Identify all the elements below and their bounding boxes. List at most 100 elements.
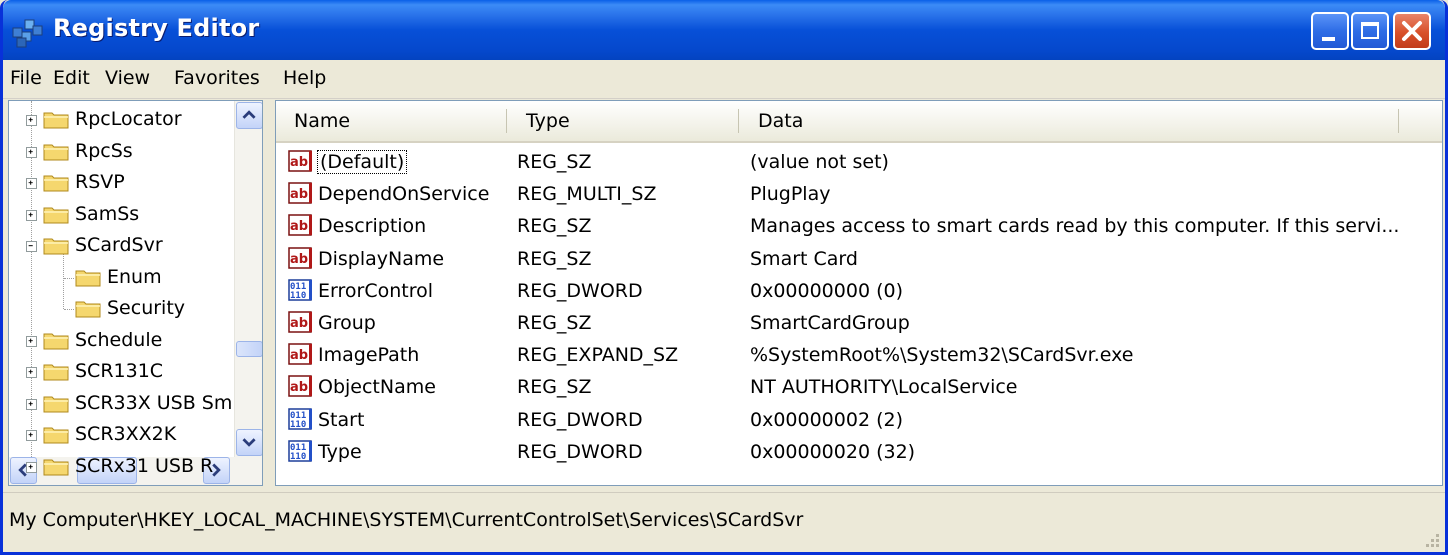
collapse-icon[interactable] [26, 241, 37, 252]
chevron-down-icon [242, 438, 256, 447]
binary-value-icon: 011110 [288, 407, 312, 430]
minimize-icon [1322, 37, 1335, 41]
list-item[interactable]: 011 110 ErrorControl REG_DWORD 0x00000000 (0… [276, 276, 1442, 308]
column-divider[interactable] [738, 109, 739, 133]
scroll-down-button[interactable] [236, 429, 262, 456]
expand-icon[interactable] [26, 461, 37, 473]
open-folder-icon [43, 238, 69, 255]
close-icon [1402, 21, 1422, 41]
registry-editor-icon [12, 19, 43, 48]
menu-favorites[interactable]: Favorites [174, 67, 260, 89]
tree-item[interactable]: RpcSs [9, 137, 233, 167]
expand-icon[interactable] [26, 367, 37, 378]
tree-item-label: Enum [107, 265, 162, 288]
folder-icon [75, 301, 101, 318]
expand-icon[interactable] [26, 178, 37, 189]
tree-item[interactable]: RpcLocator [9, 105, 233, 135]
resize-grip-icon[interactable] [1421, 529, 1441, 549]
tree-connector-line [64, 309, 74, 310]
list-item[interactable]: ab (Default) REG_SZ (value not set) [276, 147, 1442, 179]
column-header-type[interactable]: Type [526, 110, 570, 132]
maximize-button[interactable] [1351, 12, 1389, 50]
close-button[interactable] [1393, 12, 1431, 50]
tree-item-label: RpcLocator [75, 108, 182, 130]
menu-help[interactable]: Help [283, 67, 326, 89]
menu-edit[interactable]: Edit [53, 67, 90, 89]
column-divider[interactable] [1398, 109, 1399, 133]
tree-item[interactable]: SCRx31 USB R [9, 452, 233, 482]
binary-value-icon: 011110 [288, 279, 312, 301]
title-bar[interactable]: Registry Editor [3, 0, 1445, 60]
tree-connector-line [64, 277, 74, 279]
folder-icon [43, 175, 69, 192]
pane-splitter[interactable] [263, 100, 273, 486]
tree-item[interactable]: Schedule [9, 326, 233, 356]
tree-item[interactable]: Enum [9, 263, 233, 293]
tree-item[interactable]: SCardSvr [9, 231, 233, 261]
scroll-up-button[interactable] [236, 102, 262, 129]
column-header-data[interactable]: Data [758, 110, 803, 132]
list-item[interactable]: 011 110 Start REG_DWORD 0x00000002 (2) [276, 405, 1442, 437]
list-item[interactable]: ab DisplayName REG_SZ Smart Card [276, 244, 1442, 276]
svg-text:ab: ab [290, 252, 308, 267]
registry-value-list[interactable]: Name Type Data ab (Default) REG_SZ (value n… [275, 100, 1443, 486]
column-header-name[interactable]: Name [294, 110, 350, 132]
folder-icon [75, 270, 101, 286]
chevron-up-icon [242, 110, 256, 119]
menu-view[interactable]: View [105, 67, 150, 89]
expand-icon[interactable] [26, 115, 37, 126]
expand-icon[interactable] [26, 398, 37, 410]
menu-bar: File Edit View Favorites Help [3, 60, 1445, 99]
expand-icon[interactable] [26, 146, 37, 158]
expand-icon[interactable] [26, 209, 37, 221]
list-header: Name Type Data [276, 101, 1442, 143]
tree-item-label: RSVP [75, 171, 125, 193]
scroll-thumb[interactable] [236, 341, 262, 357]
svg-text:110: 110 [290, 420, 306, 430]
expand-icon[interactable] [26, 430, 37, 441]
expand-icon[interactable] [26, 335, 37, 347]
value-type: REG_EXPAND_SZ [517, 344, 679, 367]
list-item[interactable]: 011 110 Type REG_DWORD 0x00000020 (32) [276, 437, 1442, 469]
value-name: DisplayName [318, 247, 445, 270]
folder-icon [43, 396, 69, 412]
svg-text:ab: ab [290, 187, 308, 202]
value-data: Manages access to smart cards read by th… [750, 215, 1400, 238]
tree-item-label: SCR3XX2K [75, 423, 177, 445]
tree-item-label: Schedule [75, 328, 163, 351]
minimize-button[interactable] [1311, 12, 1349, 50]
window-title: Registry Editor [53, 14, 260, 42]
tree-item[interactable]: SamSs [9, 200, 233, 230]
tree-item[interactable]: SCR3XX2K [9, 420, 233, 450]
list-item[interactable]: ab DependOnService REG_MULTI_SZ PlugPlay [276, 179, 1442, 211]
value-name: (Default) [316, 150, 408, 174]
svg-text:110: 110 [290, 452, 306, 462]
registry-key-tree[interactable]: RpcLocator RpcSs RSVP SamSs SCardSvr Enum Secu… [8, 100, 263, 486]
value-data: 0x00000020 (32) [750, 440, 916, 463]
menu-file[interactable]: File [10, 67, 42, 89]
binary-value-icon: 011110 [288, 440, 312, 462]
status-path: My Computer\HKEY_LOCAL_MACHINE\SYSTEM\Cu… [9, 509, 804, 531]
tree-item[interactable]: SCR131C [9, 357, 233, 387]
value-data: SmartCardGroup [750, 312, 910, 334]
folder-icon [43, 333, 69, 349]
list-item[interactable]: ab Group REG_SZ SmartCardGroup [276, 308, 1442, 340]
tree-item-label: SamSs [75, 202, 140, 225]
column-divider[interactable] [506, 109, 507, 133]
list-item[interactable]: ab ImagePath REG_EXPAND_SZ %SystemRoot%\Sys… [276, 340, 1442, 372]
tree-vertical-scrollbar[interactable] [234, 101, 262, 457]
status-bar: My Computer\HKEY_LOCAL_MACHINE\SYSTEM\Cu… [3, 492, 1445, 552]
tree-item[interactable]: Security [9, 294, 233, 324]
svg-text:110: 110 [290, 291, 306, 301]
list-item[interactable]: ab ObjectName REG_SZ NT AUTHORITY\LocalServ… [276, 372, 1442, 404]
value-data: Smart Card [750, 247, 858, 270]
list-item[interactable]: ab Description REG_SZ Manages access to sma… [276, 211, 1442, 243]
tree-item-label: Security [107, 297, 186, 319]
folder-icon [43, 112, 69, 129]
value-data: PlugPlay [750, 183, 831, 206]
tree-item[interactable]: RSVP [9, 168, 233, 198]
tree-item[interactable]: SCR33X USB Sm [9, 389, 233, 419]
value-data: 0x00000002 (2) [750, 408, 903, 431]
folder-icon [43, 364, 69, 381]
tree-item-label: RpcSs [75, 139, 133, 162]
